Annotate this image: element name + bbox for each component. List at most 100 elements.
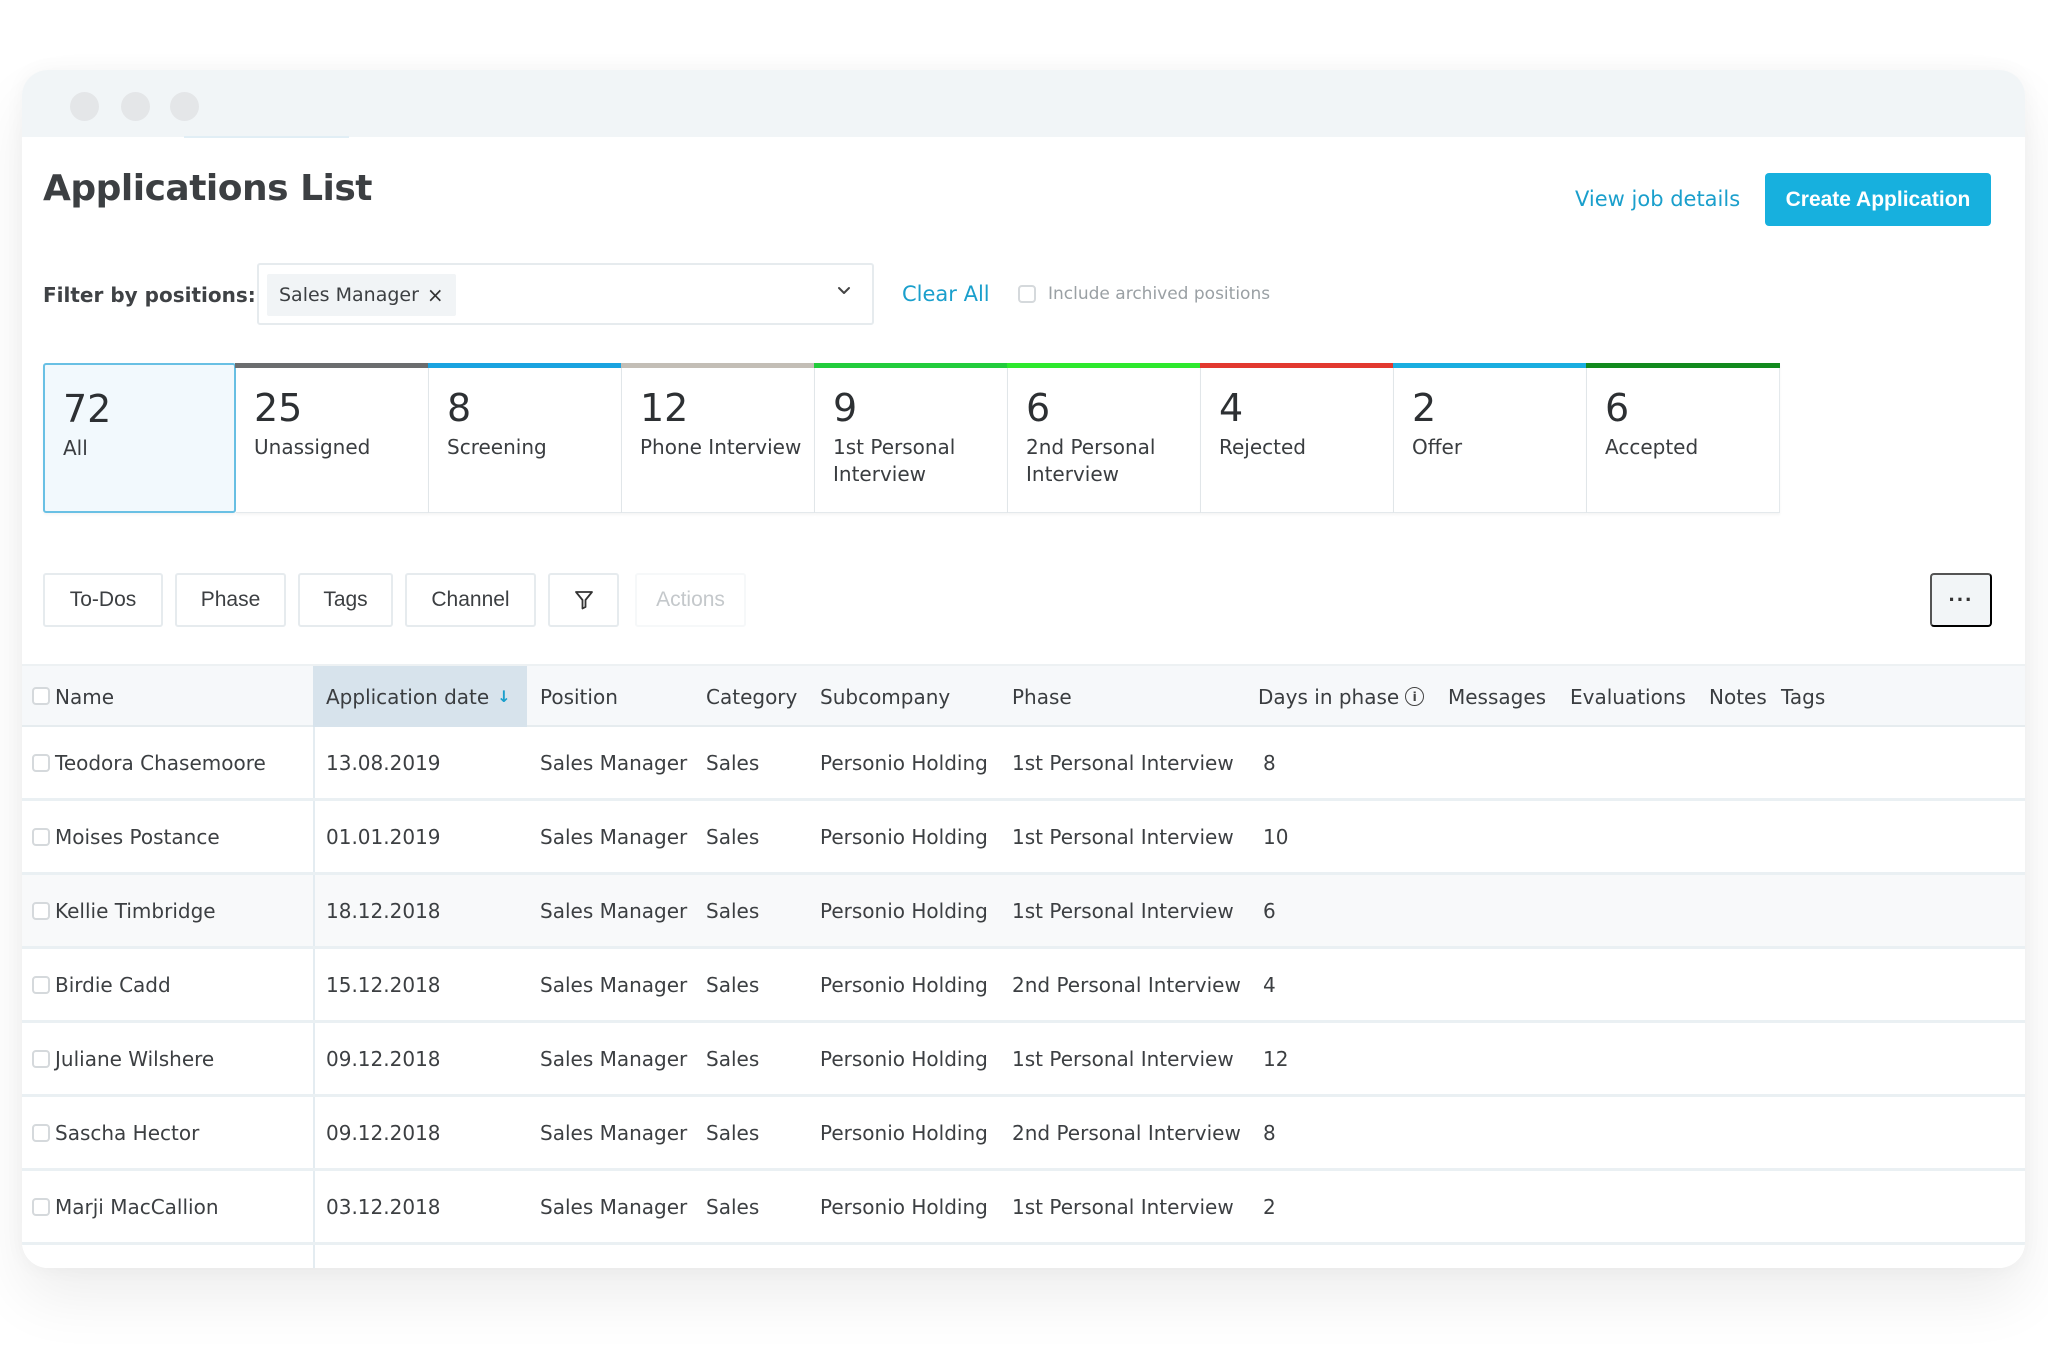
cell-days-in-phase: 4 [1263,972,1276,997]
cell-phase: 1st Personal Interview [1012,1046,1234,1071]
phase-color-bar [428,363,622,368]
column-divider [313,801,315,872]
row-select-checkbox[interactable] [32,827,50,846]
window-minimize-control-icon[interactable] [121,92,150,121]
column-header-tags[interactable]: Tags [1781,666,1825,727]
cell-position: Sales Manager [540,898,688,923]
cell-category: Sales [706,898,760,923]
cell-name[interactable]: Sascha Hector [55,1097,199,1168]
application-date-header-label: Application date [326,684,490,709]
chip-remove-icon[interactable]: × [427,283,444,307]
phase-color-bar [814,363,1008,368]
cell-name[interactable]: Birdie Cadd [55,949,171,1020]
advanced-filter-button[interactable] [548,573,619,627]
positions-filter-select[interactable]: Sales Manager × [257,263,874,325]
row-select-checkbox[interactable] [32,975,50,994]
table-row[interactable]: Birdie Cadd 15.12.2018 Sales Manager Sales P… [22,949,2025,1023]
cell-subcompany: Personio Holding [820,1046,988,1071]
phase-card-rejected[interactable]: 4 Rejected [1200,363,1394,513]
cell-days-in-phase: 10 [1263,824,1289,849]
table-row[interactable]: Kellie Timbridge 18.12.2018 Sales Manager S… [22,875,2025,949]
phase-filter-button[interactable]: Phase [175,573,286,627]
filter-icon [574,591,593,610]
phase-card-1st-personal-interview[interactable]: 9 1st Personal Interview [814,363,1008,513]
select-all-checkbox[interactable] [32,686,50,705]
phase-count: 2 [1412,386,1437,430]
cell-subcompany: Personio Holding [820,750,988,775]
sort-descending-icon: ↓ [497,687,511,706]
cell-subcompany: Personio Holding [820,1120,988,1145]
cell-name[interactable]: Juliane Wilshere [55,1023,214,1094]
cell-name[interactable]: Teodora Chasemoore [55,727,266,798]
chevron-down-icon[interactable] [836,282,852,298]
column-header-position[interactable]: Position [540,666,618,727]
clear-all-link[interactable]: Clear All [902,282,990,306]
phase-count: 25 [254,386,303,430]
cell-phase: 1st Personal Interview [1012,750,1234,775]
table-row-partial [22,1245,2025,1268]
phase-card-2nd-personal-interview[interactable]: 6 2nd Personal Interview [1007,363,1201,513]
include-archived-label: Include archived positions [1048,284,1271,304]
phase-card-unassigned[interactable]: 25 Unassigned [235,363,429,513]
cell-name[interactable]: Moises Postance [55,801,220,872]
phase-card-accepted[interactable]: 6 Accepted [1586,363,1780,513]
cell-days-in-phase: 6 [1263,898,1276,923]
cell-name[interactable]: Kellie Timbridge [55,875,216,946]
tags-filter-button[interactable]: Tags [298,573,393,627]
cell-phase: 2nd Personal Interview [1012,972,1241,997]
column-divider [313,1171,315,1242]
phase-card-all[interactable]: 72 All [43,363,236,513]
actions-button[interactable]: Actions [635,573,746,627]
column-header-messages[interactable]: Messages [1448,666,1546,727]
phase-count: 6 [1026,386,1051,430]
phase-cards: 72 All 25 Unassigned 8 Screening 12 Phone Inter… [43,363,1780,513]
phase-color-bar [1200,363,1394,368]
column-header-name[interactable]: Name [55,666,114,727]
column-header-category[interactable]: Category [706,666,797,727]
cell-position: Sales Manager [540,1120,688,1145]
phase-label: Rejected [1219,435,1307,459]
phase-color-bar [1007,363,1201,368]
row-select-checkbox[interactable] [32,1049,50,1068]
include-archived-checkbox[interactable] [1018,285,1036,303]
column-header-days-in-phase[interactable]: Days in phase i [1258,666,1425,727]
table-row[interactable]: Moises Postance 01.01.2019 Sales Manager Sa… [22,801,2025,875]
column-header-evaluations[interactable]: Evaluations [1570,666,1686,727]
phase-count: 9 [833,386,858,430]
row-select-checkbox[interactable] [32,753,50,772]
phase-count: 4 [1219,386,1244,430]
days-in-phase-header-label: Days in phase [1258,684,1400,709]
column-header-notes[interactable]: Notes [1709,666,1767,727]
table-row[interactable]: Sascha Hector 09.12.2018 Sales Manager Sale… [22,1097,2025,1171]
row-select-checkbox[interactable] [32,1197,50,1216]
table-row[interactable]: Juliane Wilshere 09.12.2018 Sales Manager S… [22,1023,2025,1097]
table-header: Name Application date ↓ Position Categor… [22,664,2025,727]
more-options-button[interactable]: ··· [1930,573,1992,627]
info-icon[interactable]: i [1405,687,1425,706]
cell-subcompany: Personio Holding [820,1194,988,1219]
cell-subcompany: Personio Holding [820,898,988,923]
include-archived-toggle[interactable]: Include archived positions [1018,284,1270,304]
create-application-button[interactable]: Create Application [1765,173,1991,226]
phase-card-screening[interactable]: 8 Screening [428,363,622,513]
cell-phase: 1st Personal Interview [1012,824,1234,849]
column-divider [313,1245,315,1268]
view-job-details-link[interactable]: View job details [1575,187,1740,211]
table-row[interactable]: Teodora Chasemoore 13.08.2019 Sales Manage… [22,727,2025,801]
cell-name[interactable]: Marji MacCallion [55,1171,219,1242]
applications-table: Name Application date ↓ Position Categor… [22,664,2025,1268]
column-header-subcompany[interactable]: Subcompany [820,666,950,727]
phase-card-offer[interactable]: 2 Offer [1393,363,1587,513]
channel-filter-button[interactable]: Channel [405,573,536,627]
app-window: Applications List View job details Creat… [22,70,2025,1268]
window-close-control-icon[interactable] [70,92,99,121]
row-select-checkbox[interactable] [32,901,50,920]
todos-button[interactable]: To-Dos [43,573,163,627]
phase-card-phone-interview[interactable]: 12 Phone Interview [621,363,815,513]
window-maximize-control-icon[interactable] [170,92,199,121]
cell-days-in-phase: 8 [1263,1120,1276,1145]
table-row[interactable]: Marji MacCallion 03.12.2018 Sales Manager S… [22,1171,2025,1245]
column-header-application-date[interactable]: Application date ↓ [313,666,527,727]
row-select-checkbox[interactable] [32,1123,50,1142]
column-header-phase[interactable]: Phase [1012,666,1072,727]
